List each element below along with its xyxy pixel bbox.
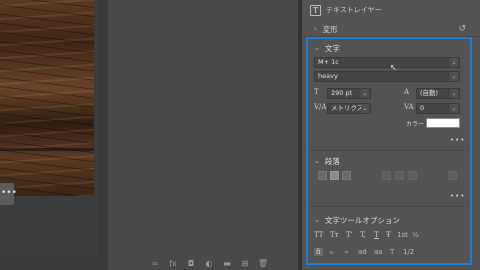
layer-toolbar: ∞ fx ◘ ◐ ▬ ⊞ 🗑 bbox=[140, 258, 302, 270]
layers-panel-area bbox=[108, 0, 298, 270]
canvas-area[interactable]: ••• bbox=[0, 0, 108, 270]
reset-transform-icon[interactable]: ↺ bbox=[458, 24, 466, 34]
vertical-scrollbar[interactable] bbox=[100, 0, 108, 258]
add-mask-icon[interactable]: ◘ bbox=[186, 258, 196, 270]
new-group-icon[interactable]: ▬ bbox=[222, 258, 232, 270]
properties-header: T テキストレイヤー bbox=[310, 2, 382, 18]
layer-type-label: テキストレイヤー bbox=[326, 6, 382, 14]
link-layers-icon[interactable]: ∞ bbox=[150, 258, 160, 270]
trash-icon[interactable]: 🗑 bbox=[258, 258, 268, 270]
fx-icon[interactable]: fx bbox=[168, 258, 178, 270]
horizontal-scrollbar[interactable] bbox=[0, 258, 108, 270]
transform-label: 変形 bbox=[322, 24, 338, 34]
wood-texture-image bbox=[0, 0, 94, 196]
canvas-more-button[interactable]: ••• bbox=[0, 183, 17, 205]
highlight-frame bbox=[306, 37, 472, 265]
new-layer-icon[interactable]: ⊞ bbox=[240, 258, 250, 270]
transform-section-toggle[interactable]: › 変形 ↺ bbox=[314, 22, 474, 36]
text-layer-icon: T bbox=[310, 4, 321, 16]
chevron-right-icon: › bbox=[314, 25, 317, 33]
adjustment-layer-icon[interactable]: ◐ bbox=[204, 258, 214, 270]
